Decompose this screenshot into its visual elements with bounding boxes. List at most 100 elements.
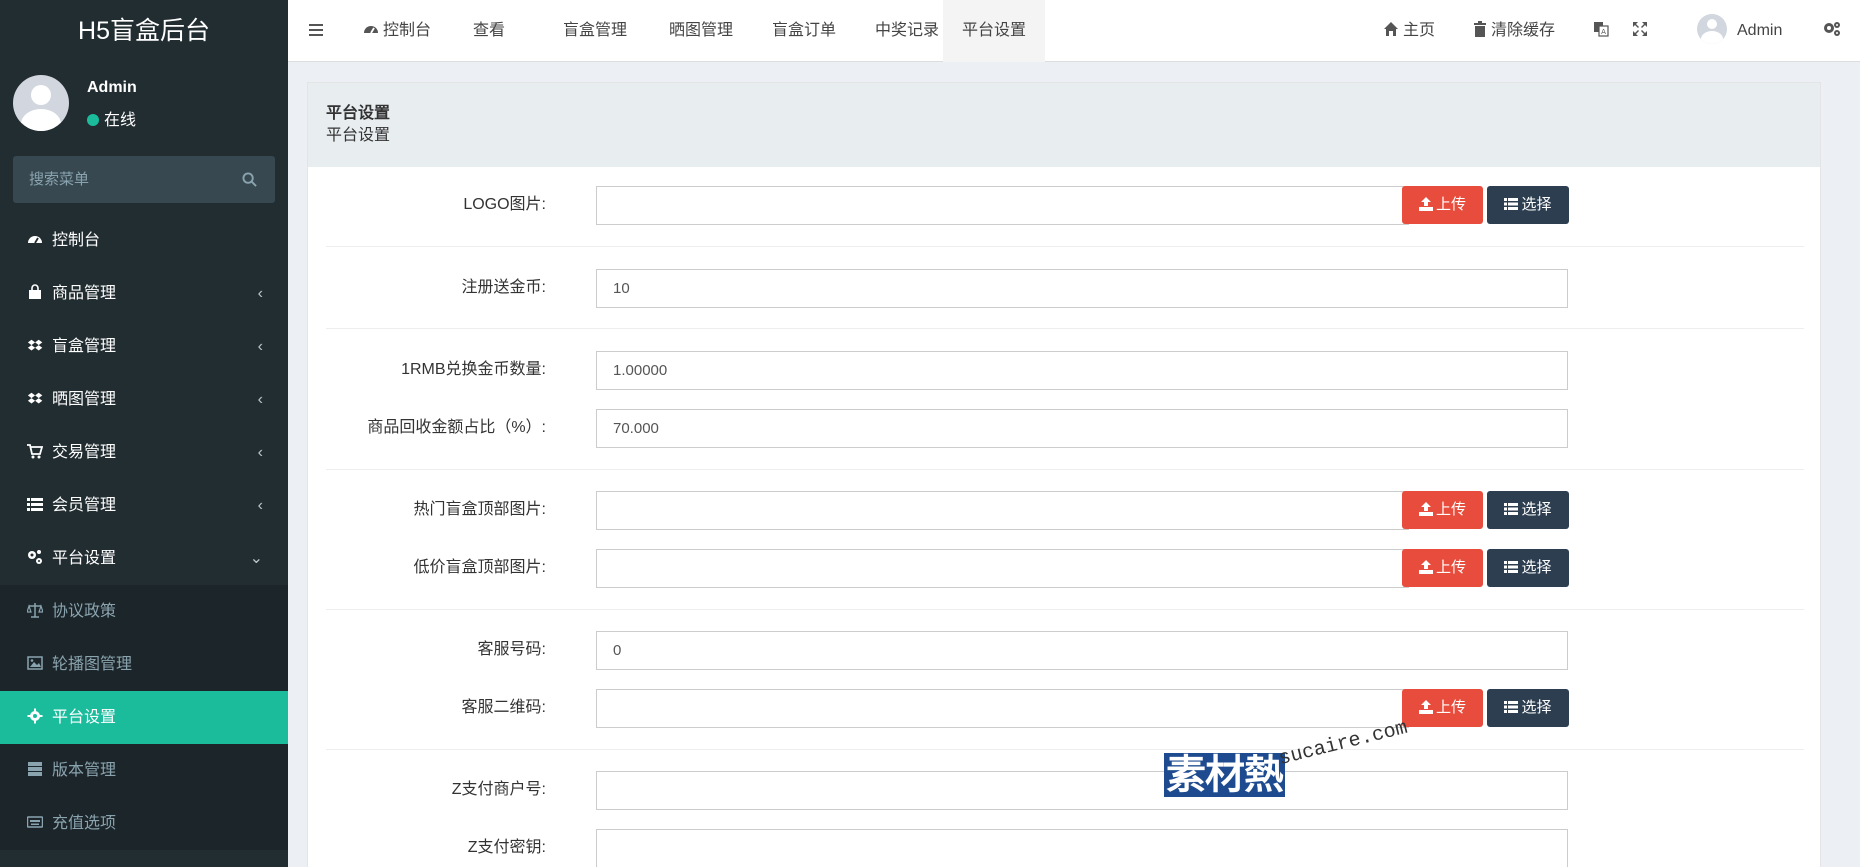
server-icon (28, 762, 42, 776)
chevron-left-icon: ‹ (257, 285, 263, 302)
list-icon (27, 498, 43, 511)
sidebar-item-trade[interactable]: 交易管理 ‹ (0, 426, 288, 479)
trash-icon (1474, 21, 1486, 37)
search-icon[interactable] (242, 172, 257, 187)
image-icon (27, 656, 43, 670)
cheap-top-image-upload-button[interactable]: 上传 (1402, 549, 1483, 587)
tab-orders[interactable]: 盲盒订单 (753, 0, 855, 62)
clear-cache-link[interactable]: 清除缓存 (1473, 0, 1555, 62)
cheap-top-image-select-button[interactable]: 选择 (1487, 549, 1569, 587)
logo-input[interactable] (596, 186, 1409, 225)
hot-top-image-select-button[interactable]: 选择 (1487, 491, 1569, 529)
service-qr-upload-button[interactable]: 上传 (1402, 689, 1483, 727)
sidebar-item-banner[interactable]: 轮播图管理 (0, 638, 288, 691)
gears-icon (1824, 22, 1840, 36)
divider (326, 246, 1804, 247)
tab-photos[interactable]: 晒图管理 (650, 0, 752, 62)
dashboard-icon (28, 236, 42, 244)
balance-scale-icon (27, 603, 43, 618)
app-logo[interactable]: H5盲盒后台 (0, 0, 288, 62)
page-title: 平台设置 (326, 105, 391, 122)
recycle-ratio-label: 商品回收金额占比（%）: (367, 419, 546, 436)
service-phone-label: 客服号码: (477, 641, 546, 658)
sidebar-item-blindbox[interactable]: 盲盒管理 ‹ (0, 320, 288, 373)
list-icon (1504, 503, 1519, 515)
z-merchant-label: Z支付商户号: (451, 781, 546, 798)
logo-label: LOGO图片: (463, 196, 546, 213)
sidebar-item-recharge[interactable]: 充值选项 (0, 797, 288, 850)
avatar (13, 75, 69, 131)
gear-icon (27, 708, 43, 724)
z-merchant-input[interactable] (596, 771, 1568, 810)
fullscreen-toggle[interactable] (1632, 0, 1648, 62)
upload-icon (1418, 700, 1433, 714)
avatar (1697, 14, 1727, 44)
divider (326, 609, 1804, 610)
panel-header: 平台设置 平台设置 (308, 83, 1820, 167)
dropbox-icon (27, 392, 43, 404)
service-qr-input[interactable] (596, 689, 1409, 728)
sidebar-item-dashboard[interactable]: 控制台 (0, 214, 288, 267)
gears-icon (28, 550, 42, 564)
hot-top-image-input[interactable] (596, 491, 1409, 530)
sidebar-item-platform[interactable]: 平台设置 ⌄ (0, 532, 288, 585)
language-toggle[interactable]: A (1593, 0, 1609, 62)
tab-dashboard[interactable]: 控制台 (344, 0, 450, 62)
language-icon: A (1594, 22, 1609, 37)
user-menu[interactable]: Admin (1697, 0, 1782, 62)
upload-icon (1418, 502, 1433, 516)
rmb-rate-label: 1RMB兑换金币数量: (401, 361, 546, 378)
divider (326, 749, 1804, 750)
online-dot-icon (87, 114, 99, 126)
tab-blindbox[interactable]: 盲盒管理 (544, 0, 646, 62)
sidebar-item-platform-settings[interactable]: 平台设置 (0, 691, 288, 744)
list-icon (1504, 701, 1519, 713)
register-coin-label: 注册送金币: (461, 279, 546, 296)
top-navbar: 控制台 查看 盲盒管理 晒图管理 盲盒订单 中奖记录 平台设置 主页 清除缓存 … (288, 0, 1860, 62)
sidebar-item-version[interactable]: 版本管理 (0, 744, 288, 797)
sidebar-menu: 控制台 商品管理 ‹ 盲盒管理 ‹ 晒图管理 ‹ 交易管理 ‹ 会员管理 ‹ 平台设置 ⌄ … (0, 214, 288, 850)
settings-panel: 平台设置 平台设置 LOGO图片: 上传 选择 注册送金币: 1RMB兑换金币数… (307, 82, 1821, 867)
platform-submenu: 协议政策 轮播图管理 平台设置 版本管理 充值选项 (0, 585, 288, 850)
z-secret-input[interactable] (596, 829, 1568, 867)
chevron-left-icon: ‹ (257, 391, 263, 408)
divider (326, 469, 1804, 470)
hot-top-image-label: 热门盲盒顶部图片: (413, 501, 546, 518)
sidebar-item-photos[interactable]: 晒图管理 ‹ (0, 373, 288, 426)
service-qr-select-button[interactable]: 选择 (1487, 689, 1569, 727)
expand-icon (1633, 22, 1647, 36)
keyboard-icon (27, 816, 43, 828)
chevron-left-icon: ‹ (257, 338, 263, 355)
hot-top-image-upload-button[interactable]: 上传 (1402, 491, 1483, 529)
recycle-ratio-input[interactable] (596, 409, 1568, 448)
tab-platform-settings[interactable]: 平台设置 (943, 0, 1046, 62)
search-input[interactable] (13, 156, 233, 203)
sidebar-item-goods[interactable]: 商品管理 ‹ (0, 267, 288, 320)
chevron-down-icon: ⌄ (249, 550, 263, 567)
tab-view[interactable]: 查看 (454, 0, 524, 62)
service-phone-input[interactable] (596, 631, 1568, 670)
user-status: 在线 (87, 106, 136, 130)
chevron-left-icon: ‹ (257, 497, 263, 514)
register-coin-input[interactable] (596, 269, 1568, 308)
list-icon (1504, 198, 1519, 210)
sidebar-item-policy[interactable]: 协议政策 (0, 585, 288, 638)
shopping-bag-icon (29, 284, 41, 299)
watermark-cn-text: 素材熱 (1164, 753, 1285, 797)
sidebar-item-members[interactable]: 会员管理 ‹ (0, 479, 288, 532)
rmb-rate-input[interactable] (596, 351, 1568, 390)
logo-upload-button[interactable]: 上传 (1402, 186, 1483, 224)
dropbox-icon (27, 339, 43, 351)
watermark-cn: 素材熱 (1164, 742, 1285, 800)
home-link[interactable]: 主页 (1383, 0, 1435, 62)
hamburger-menu-icon[interactable] (308, 22, 324, 38)
z-secret-label: Z支付密钥: (467, 839, 546, 856)
logo-select-button[interactable]: 选择 (1487, 186, 1569, 224)
home-icon (1384, 22, 1398, 36)
control-sidebar-toggle[interactable] (1823, 0, 1841, 62)
dashboard-icon (364, 26, 378, 34)
user-panel: Admin 在线 (0, 62, 288, 148)
divider (326, 328, 1804, 329)
upload-icon (1418, 197, 1433, 211)
cheap-top-image-input[interactable] (596, 549, 1409, 588)
